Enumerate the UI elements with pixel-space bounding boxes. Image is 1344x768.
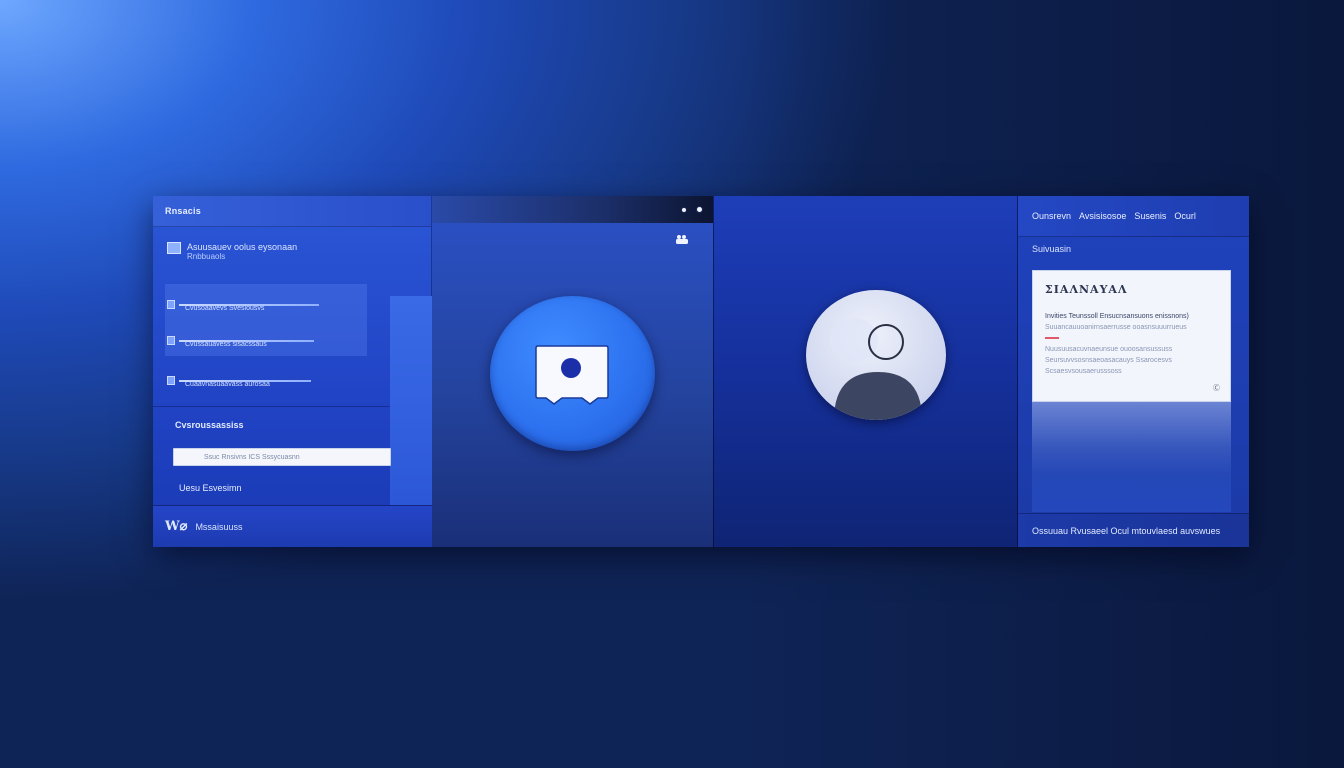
card-line — [1045, 333, 1223, 344]
card-line: Invities Teunssoll Ensucnsansuons enissn… — [1045, 313, 1189, 320]
chat-button[interactable] — [490, 296, 655, 451]
search-input[interactable]: Ssuc Rnsivns ICS Sssycuasnn — [173, 448, 391, 466]
list-item[interactable]: Cuaavnasuaavass aurosaa — [167, 376, 311, 388]
section-title: Cvsroussassiss — [175, 420, 244, 430]
card-line: Seursuvvsosnsaeoasacauys Ssarocesvs — [1045, 357, 1172, 364]
right-panel-footer: Ossuuau Rvusaeel Ocul mtouvlaesd auvswue… — [1018, 513, 1249, 547]
person-icon[interactable] — [675, 234, 689, 244]
card-line: Nuusuusacuvnaeunsue ouoosansussuss — [1045, 346, 1173, 353]
list-item-label: Cvussauavess sisacssaus — [185, 341, 267, 348]
header-item[interactable]: Avsisisosoe — [1079, 211, 1126, 221]
card-body: Invities Teunssoll Ensucnsansuons enissn… — [1045, 311, 1223, 377]
card-title: ΣΙΑΛΝΑΥΑΛ — [1045, 283, 1128, 296]
side-strip — [390, 296, 432, 506]
minimize-button[interactable] — [681, 206, 687, 213]
app-logo-icon — [167, 242, 181, 254]
avatar-panel — [713, 196, 1018, 547]
close-button[interactable] — [696, 206, 703, 213]
info-card: ΣΙΑΛΝΑΥΑΛ Invities Teunssoll Ensucnsansu… — [1032, 270, 1231, 402]
list-item[interactable]: Cvusoaavevs Svesiousvs — [167, 300, 319, 312]
left-panel-header: Rnsacis — [153, 196, 431, 227]
user-avatar[interactable] — [806, 290, 946, 420]
list-item-label: Cvusoaavevs Svesiousvs — [185, 305, 265, 312]
list-item-icon — [167, 300, 175, 309]
left-panel-footer: W⌀ Mssaisuuss — [153, 505, 432, 547]
right-panel-header: Ounsrevn Avsisisosoe Susenis Ocurl — [1018, 196, 1249, 237]
user-avatar-icon — [830, 318, 922, 420]
list-item-icon — [167, 336, 175, 345]
brand-logo-icon: W⌀ — [165, 519, 188, 534]
right-section-title: Suivuasin — [1032, 244, 1072, 254]
right-panel: Ounsrevn Avsisisosoe Susenis Ocurl Suivu… — [1018, 196, 1249, 547]
window-titlebar — [432, 196, 713, 223]
list-item-label: Cuaavnasuaavass aurosaa — [185, 381, 270, 388]
card-corner-icon[interactable]: Ⓒ — [1213, 383, 1220, 393]
profile-name: Asuusauev oolus eysonaan — [187, 242, 298, 252]
header-item[interactable]: Susenis — [1134, 211, 1166, 221]
header-item[interactable]: Ocurl — [1174, 211, 1196, 221]
divider — [153, 406, 390, 407]
profile-block[interactable]: Asuusauev oolus eysonaan Rnbbuaols — [167, 242, 297, 261]
app-window: Rnsacis Asuusauev oolus eysonaan Rnbbuao… — [153, 196, 1249, 547]
center-panel — [432, 196, 713, 547]
profile-subtitle: Rnbbuaols — [187, 252, 226, 261]
user-link[interactable]: Uesu Esvesimn — [179, 483, 242, 493]
list-item[interactable]: Cvussauavess sisacssaus — [167, 336, 314, 348]
card-reflection — [1032, 402, 1231, 512]
list-item-icon — [167, 376, 175, 385]
card-line: Suuancauuoanirnsaerrusse ooasnsuuurrueus — [1045, 324, 1187, 331]
left-panel: Rnsacis Asuusauev oolus eysonaan Rnbbuao… — [153, 196, 432, 547]
chat-bubble-icon — [535, 345, 609, 405]
header-item[interactable]: Ounsrevn — [1032, 211, 1071, 221]
card-line: Scsaesvsousaerusssoss — [1045, 368, 1122, 375]
footer-label[interactable]: Mssaisuuss — [195, 522, 242, 532]
accent-mark — [1045, 337, 1059, 340]
